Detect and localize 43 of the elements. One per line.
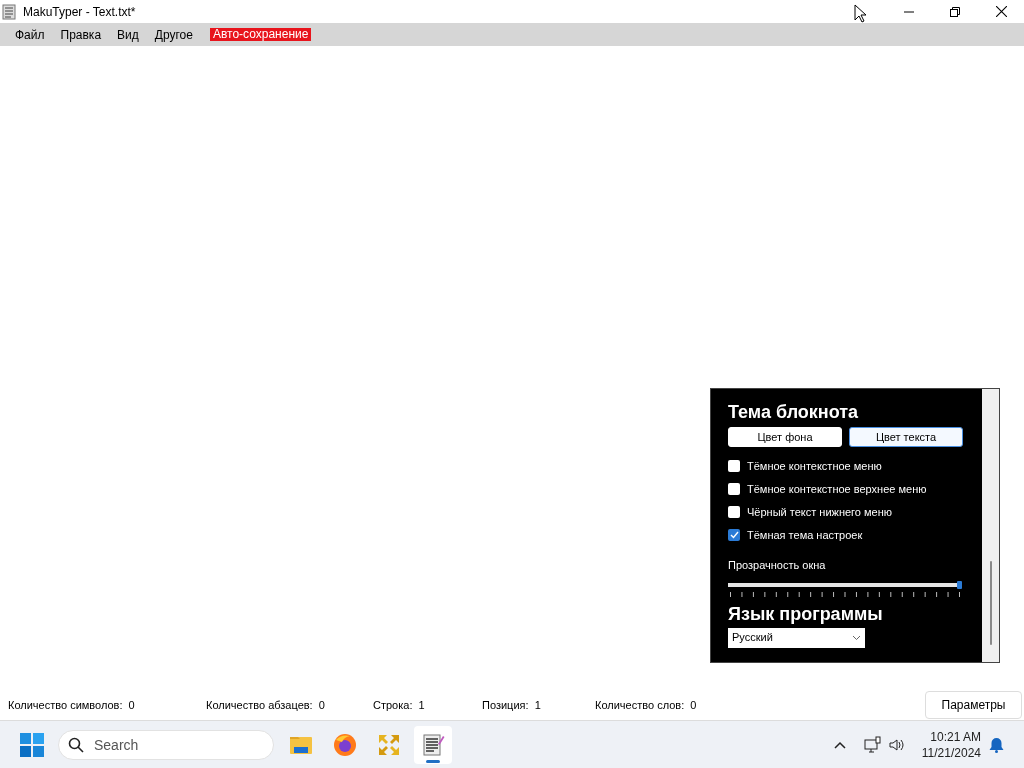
notepad-icon — [420, 731, 446, 758]
search-field[interactable]: Search — [58, 729, 274, 760]
status-text: Количество абзацев: 0 — [206, 697, 326, 713]
language-dropdown[interactable]: Русский — [728, 627, 865, 648]
speaker-icon[interactable] — [887, 736, 904, 753]
slider-label: Прозрачность окна — [728, 558, 827, 573]
bell-icon[interactable] — [989, 736, 1004, 753]
section-heading: Язык программы — [728, 602, 884, 625]
status-text: Строка: 1 — [373, 697, 426, 713]
clock-time[interactable]: 10:21 AM — [930, 728, 981, 745]
checkbox[interactable] — [728, 506, 740, 518]
chevron-down-icon — [852, 634, 861, 641]
start-icon[interactable] — [20, 732, 44, 757]
slider-thumb[interactable] — [957, 580, 962, 589]
settings-button[interactable]: Параметры — [925, 691, 1022, 719]
taskbar-app[interactable] — [414, 725, 452, 764]
app-icon — [2, 3, 18, 20]
status-text: Количество символов: 0 — [8, 697, 136, 713]
color-button[interactable]: Цвет текста — [849, 427, 963, 447]
restore-icon — [950, 6, 960, 17]
status-text: Количество слов: 0 — [595, 697, 698, 713]
checkbox[interactable] — [728, 529, 740, 541]
status-text: Позиция: 1 — [482, 697, 542, 713]
menu-item[interactable]: Правка — [53, 25, 109, 44]
checkbox-label: Тёмное контекстное меню — [747, 459, 882, 474]
checkbox-label: Чёрный текст нижнего меню — [747, 505, 893, 520]
scrollbar[interactable] — [982, 389, 999, 662]
network-icon[interactable] — [863, 735, 882, 754]
window-title: MakuTyper - Text.txt* — [23, 3, 136, 21]
checkbox-label: Тёмная тема настроек — [747, 528, 863, 543]
menu-item[interactable]: Другое — [147, 25, 200, 44]
close-icon — [995, 6, 1007, 17]
chevron-up-icon[interactable] — [833, 740, 846, 749]
search-icon — [68, 736, 84, 753]
menu-item[interactable]: Вид — [110, 25, 146, 44]
clock-date[interactable]: 11/21/2024 — [921, 744, 981, 761]
menu-item[interactable]: Файл — [8, 25, 52, 44]
color-button[interactable]: Цвет фона — [728, 427, 842, 447]
browser-icon — [332, 731, 358, 758]
section-heading: Тема блокнота — [728, 401, 860, 423]
checkbox-label: Тёмное контекстное верхнее меню — [747, 482, 927, 497]
checkbox[interactable] — [728, 460, 740, 472]
checkbox[interactable] — [728, 483, 740, 495]
